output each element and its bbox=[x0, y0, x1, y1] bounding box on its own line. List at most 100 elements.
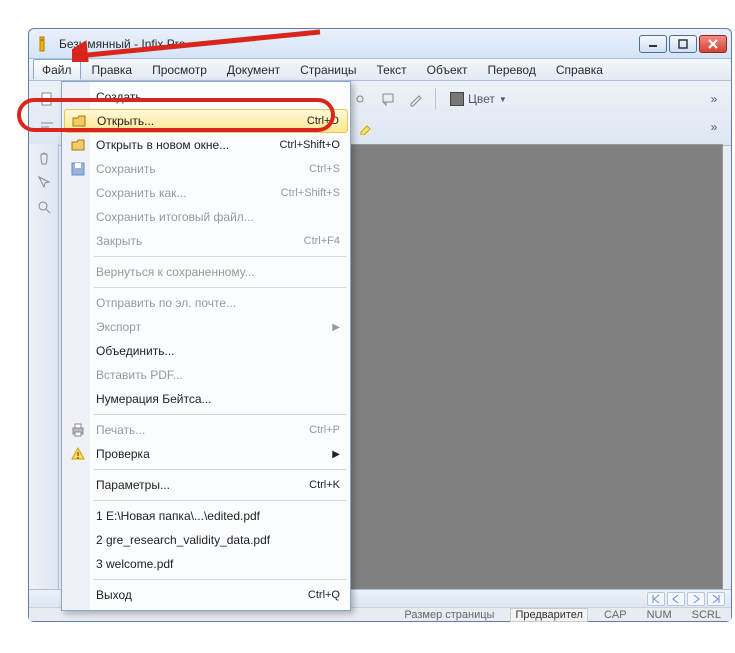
menu-item[interactable]: Объединить... bbox=[64, 339, 348, 363]
zoom-tool[interactable] bbox=[33, 196, 55, 218]
menu-item: Вернуться к сохраненному... bbox=[64, 260, 348, 284]
window-title: Безымянный - Infix Pro bbox=[59, 37, 639, 51]
status-preview[interactable]: Предварител bbox=[510, 608, 588, 622]
menu-file[interactable]: Файл bbox=[33, 59, 81, 80]
menubar: Файл Правка Просмотр Документ Страницы Т… bbox=[29, 59, 731, 81]
left-toolbar bbox=[29, 144, 59, 591]
toolbar-separator bbox=[435, 88, 436, 110]
color-picker[interactable]: Цвет ▼ bbox=[443, 87, 514, 111]
window-controls bbox=[639, 35, 727, 53]
menu-item-label: Объединить... bbox=[88, 344, 340, 358]
menu-shortcut: Ctrl+Shift+O bbox=[279, 139, 340, 151]
menu-item: Экспорт▶ bbox=[64, 315, 348, 339]
page-nav bbox=[647, 592, 725, 606]
menu-shortcut: Ctrl+P bbox=[309, 424, 340, 436]
menu-item: Печать...Ctrl+P bbox=[64, 418, 348, 442]
menu-shortcut: Ctrl+S bbox=[309, 163, 340, 175]
menu-separator bbox=[94, 256, 346, 257]
status-page-size: Размер страницы bbox=[400, 609, 498, 621]
menu-separator bbox=[94, 500, 346, 501]
menu-item-label: Сохранить итоговый файл... bbox=[88, 210, 340, 224]
menu-item[interactable]: ВыходCtrl+Q bbox=[64, 583, 348, 607]
menu-edit[interactable]: Правка bbox=[83, 59, 142, 80]
menu-item: Вставить PDF... bbox=[64, 363, 348, 387]
menu-shortcut: Ctrl+K bbox=[309, 479, 340, 491]
select-tool[interactable] bbox=[33, 172, 55, 194]
menu-view[interactable]: Просмотр bbox=[143, 59, 216, 80]
menu-item-label: 2 gre_research_validity_data.pdf bbox=[88, 533, 340, 547]
color-swatch-icon bbox=[450, 92, 464, 106]
menu-item[interactable]: Параметры...Ctrl+K bbox=[64, 473, 348, 497]
file-menu-dropdown: Создать...Открыть...Ctrl+OОткрыть в ново… bbox=[61, 81, 351, 611]
menu-item: СохранитьCtrl+S bbox=[64, 157, 348, 181]
align-left-button[interactable] bbox=[35, 115, 59, 139]
menu-item-label: Вернуться к сохраненному... bbox=[88, 265, 340, 279]
app-icon bbox=[37, 36, 53, 52]
menu-item[interactable]: 1 E:\Новая папка\...\edited.pdf bbox=[64, 504, 348, 528]
menu-item-label: Печать... bbox=[88, 423, 309, 437]
menu-object[interactable]: Объект bbox=[418, 59, 477, 80]
menu-item-label: Проверка bbox=[88, 447, 332, 461]
menu-item[interactable]: 3 welcome.pdf bbox=[64, 552, 348, 576]
menu-item[interactable]: Нумерация Бейтса... bbox=[64, 387, 348, 411]
menu-item-label: Сохранить как... bbox=[88, 186, 281, 200]
edit-button[interactable] bbox=[404, 87, 428, 111]
next-page-button[interactable] bbox=[687, 592, 705, 606]
menu-item-label: Вставить PDF... bbox=[88, 368, 340, 382]
menu-item[interactable]: Открыть...Ctrl+O bbox=[64, 109, 348, 133]
menu-item-label: Отправить по эл. почте... bbox=[88, 296, 340, 310]
menu-shortcut: Ctrl+O bbox=[307, 115, 339, 127]
menu-separator bbox=[94, 579, 346, 580]
menu-help[interactable]: Справка bbox=[547, 59, 612, 80]
menu-item: Отправить по эл. почте... bbox=[64, 291, 348, 315]
minimize-button[interactable] bbox=[639, 35, 667, 53]
menu-translate[interactable]: Перевод bbox=[479, 59, 545, 80]
menu-item: Сохранить итоговый файл... bbox=[64, 205, 348, 229]
menu-item-label: Закрыть bbox=[88, 234, 304, 248]
save-icon bbox=[68, 161, 88, 177]
menu-separator bbox=[94, 414, 346, 415]
menu-item-label: Нумерация Бейтса... bbox=[88, 392, 340, 406]
menu-item-label: Открыть... bbox=[89, 114, 307, 128]
menu-shortcut: Ctrl+F4 bbox=[304, 235, 340, 247]
menu-item: ЗакрытьCtrl+F4 bbox=[64, 229, 348, 253]
hand-tool-button[interactable] bbox=[33, 148, 55, 170]
note-button[interactable] bbox=[376, 87, 400, 111]
menu-item[interactable]: 2 gre_research_validity_data.pdf bbox=[64, 528, 348, 552]
close-button[interactable] bbox=[699, 35, 727, 53]
first-page-button[interactable] bbox=[647, 592, 665, 606]
menu-item-label: Экспорт bbox=[88, 320, 332, 334]
warn-icon bbox=[68, 446, 88, 462]
print-icon bbox=[68, 422, 88, 438]
menu-text[interactable]: Текст bbox=[367, 59, 415, 80]
menu-item: Сохранить как...Ctrl+Shift+S bbox=[64, 181, 348, 205]
overflow-button[interactable]: » bbox=[701, 87, 725, 111]
menu-item-label: 1 E:\Новая папка\...\edited.pdf bbox=[88, 509, 340, 523]
submenu-arrow-icon: ▶ bbox=[332, 449, 340, 460]
menu-item-label: Параметры... bbox=[88, 478, 309, 492]
menu-item-label: Создать... bbox=[88, 90, 340, 104]
link-button[interactable] bbox=[348, 87, 372, 111]
status-scrl: SCRL bbox=[688, 609, 725, 621]
menu-item[interactable]: Создать... bbox=[64, 85, 348, 109]
overflow-button-2[interactable]: » bbox=[701, 115, 725, 139]
highlight-button[interactable] bbox=[354, 115, 378, 139]
status-num: NUM bbox=[643, 609, 676, 621]
open-icon bbox=[68, 137, 88, 153]
menu-item-label: Сохранить bbox=[88, 162, 309, 176]
menu-document[interactable]: Документ bbox=[218, 59, 289, 80]
menu-separator bbox=[94, 287, 346, 288]
menu-separator bbox=[94, 469, 346, 470]
last-page-button[interactable] bbox=[707, 592, 725, 606]
menu-shortcut: Ctrl+Shift+S bbox=[281, 187, 340, 199]
prev-page-button[interactable] bbox=[667, 592, 685, 606]
maximize-button[interactable] bbox=[669, 35, 697, 53]
new-doc-button[interactable] bbox=[35, 87, 59, 111]
color-label: Цвет bbox=[468, 92, 495, 106]
menu-item[interactable]: Открыть в новом окне...Ctrl+Shift+O bbox=[64, 133, 348, 157]
menu-item[interactable]: Проверка▶ bbox=[64, 442, 348, 466]
menu-item-label: Открыть в новом окне... bbox=[88, 138, 279, 152]
menu-pages[interactable]: Страницы bbox=[291, 59, 365, 80]
menu-item-label: Выход bbox=[88, 588, 308, 602]
open-icon bbox=[69, 113, 89, 129]
